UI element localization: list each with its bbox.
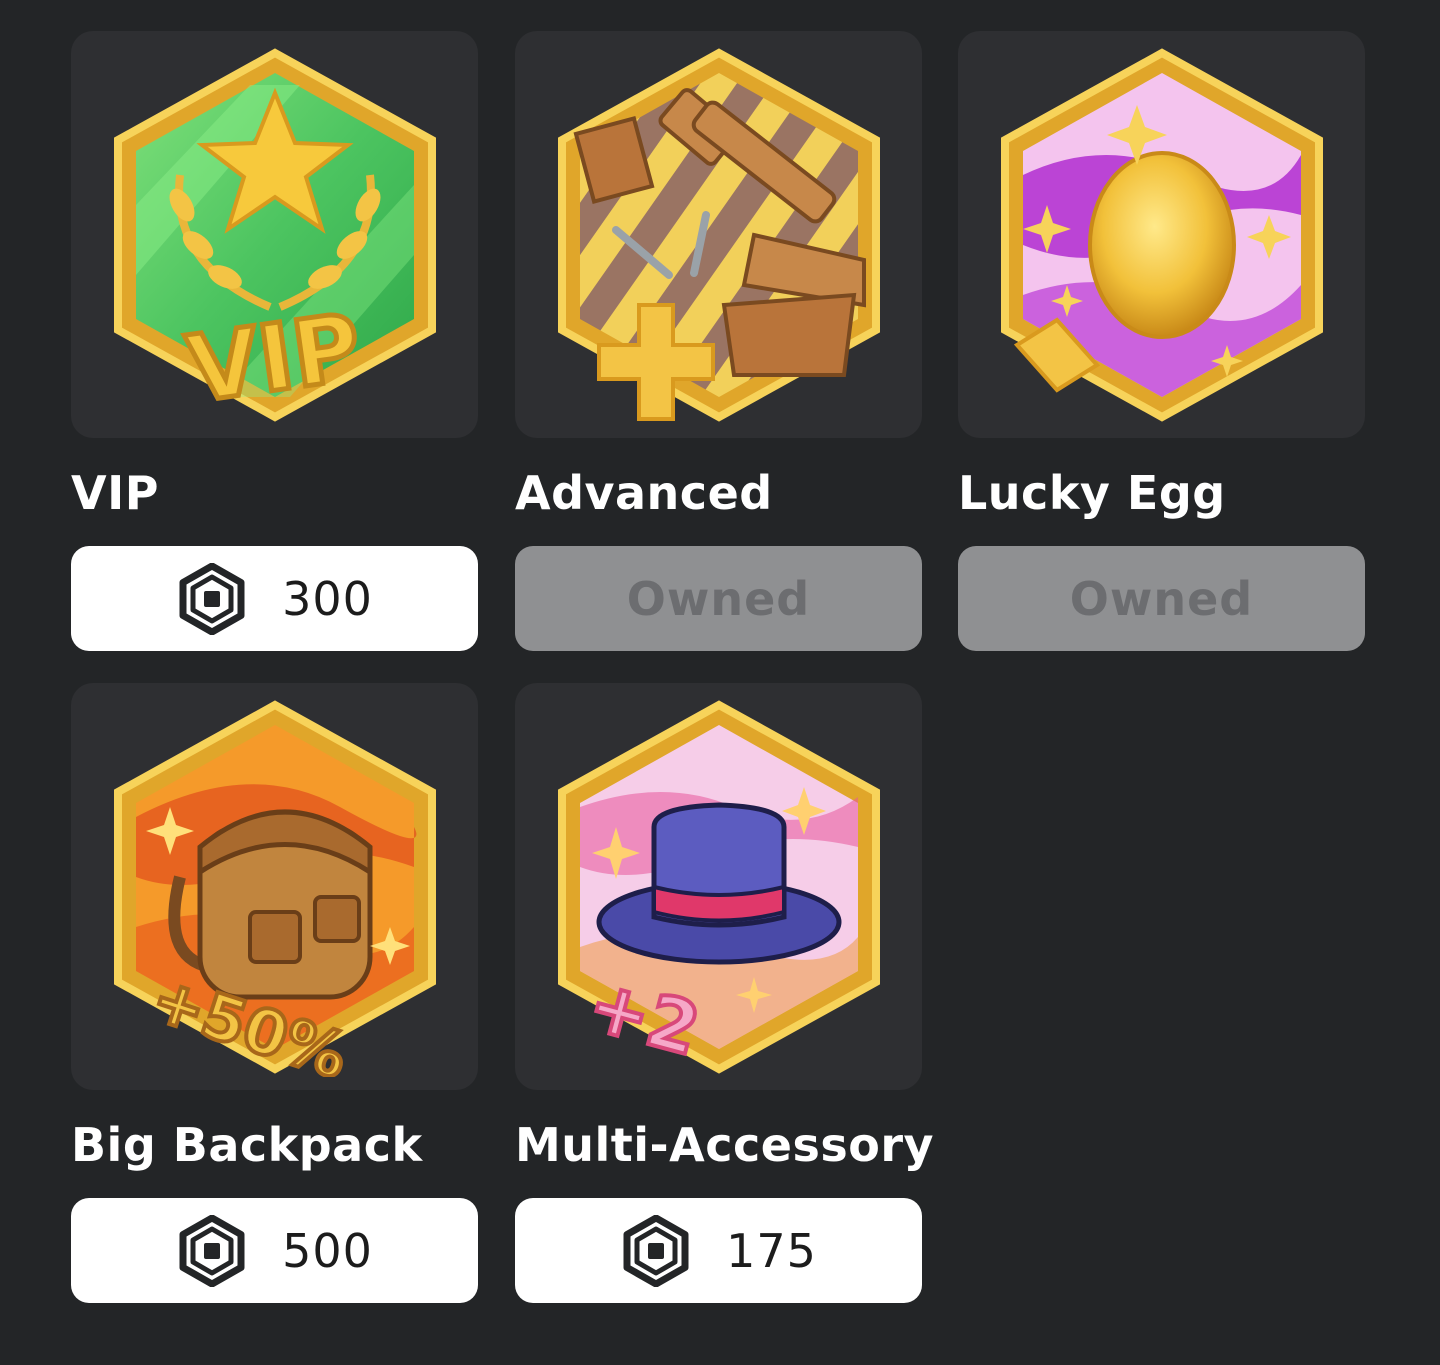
owned-label: Owned xyxy=(626,571,811,626)
gamepass-card-vip[interactable]: VIP VIP 300 xyxy=(71,31,478,651)
vip-star-badge-icon: VIP xyxy=(113,47,436,425)
top-hat-badge-icon: +2 xyxy=(557,699,880,1073)
hammer-nails-badge-icon xyxy=(557,47,880,422)
gamepass-title: Big Backpack xyxy=(71,1118,423,1172)
owned-button: Owned xyxy=(958,546,1365,651)
gamepass-thumbnail[interactable] xyxy=(515,31,922,438)
gamepass-thumbnail[interactable]: VIP xyxy=(71,31,478,438)
gamepass-thumbnail[interactable] xyxy=(958,31,1365,438)
golden-egg-badge-icon xyxy=(1000,47,1323,422)
robux-icon xyxy=(623,1214,689,1287)
buy-button[interactable]: 500 xyxy=(71,1198,478,1303)
gamepass-card-lucky-egg[interactable]: Lucky Egg Owned xyxy=(958,31,1365,651)
svg-text:VIP: VIP xyxy=(181,293,367,423)
buy-button[interactable]: 175 xyxy=(515,1198,922,1303)
owned-button: Owned xyxy=(515,546,922,651)
price-label: 300 xyxy=(282,571,373,626)
price-label: 500 xyxy=(282,1223,373,1278)
gamepass-card-advanced[interactable]: Advanced Owned xyxy=(515,31,922,651)
gamepass-thumbnail[interactable]: +2 xyxy=(515,683,922,1090)
gamepass-title: VIP xyxy=(71,466,159,520)
robux-icon xyxy=(179,1214,245,1287)
gamepass-title: Multi-Accessory xyxy=(515,1118,935,1172)
owned-label: Owned xyxy=(1069,571,1254,626)
gamepass-title: Advanced xyxy=(515,466,773,520)
gamepass-card-multi-accessory[interactable]: +2 Multi-Accessory 175 xyxy=(515,683,935,1303)
price-label: 175 xyxy=(726,1223,817,1278)
buy-button[interactable]: 300 xyxy=(71,546,478,651)
gamepass-card-big-backpack[interactable]: +50% Big Backpack 500 xyxy=(71,683,478,1303)
backpack-badge-icon: +50% xyxy=(113,699,436,1077)
gamepass-thumbnail[interactable]: +50% xyxy=(71,683,478,1090)
gamepass-title: Lucky Egg xyxy=(958,466,1226,520)
robux-icon xyxy=(179,562,245,635)
